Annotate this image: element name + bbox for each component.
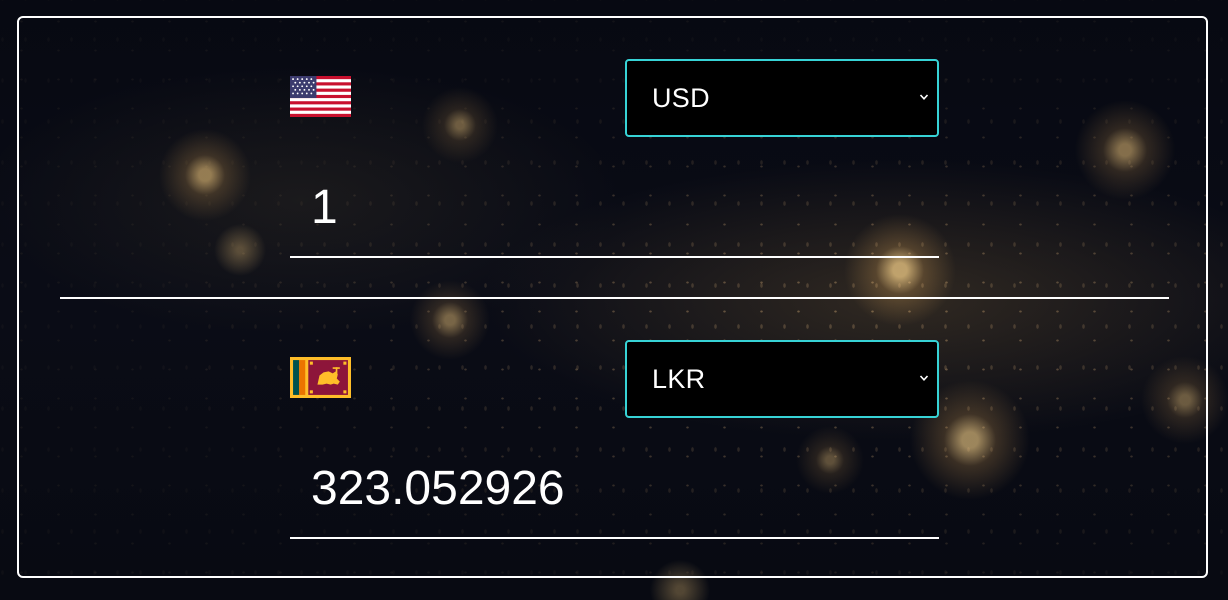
from-amount-value: 1	[311, 181, 338, 234]
from-currency-select[interactable]: USD	[625, 59, 939, 137]
to-currency-value: LKR	[652, 364, 706, 394]
chevron-down-icon	[919, 375, 929, 381]
from-currency-value: USD	[652, 83, 710, 113]
from-amount-input[interactable]: 1	[290, 166, 939, 258]
to-currency-section: LKR 323.052926	[19, 299, 1206, 579]
chevron-down-icon	[919, 94, 929, 100]
converter-panel: USD 1 LKR 323.052926	[17, 16, 1208, 578]
sri-lanka-flag-icon	[290, 357, 351, 398]
to-amount-input[interactable]: 323.052926	[290, 447, 939, 539]
us-flag-icon	[290, 76, 351, 117]
to-amount-value: 323.052926	[311, 462, 565, 515]
to-currency-select[interactable]: LKR	[625, 340, 939, 418]
from-currency-section: USD 1	[19, 18, 1206, 298]
